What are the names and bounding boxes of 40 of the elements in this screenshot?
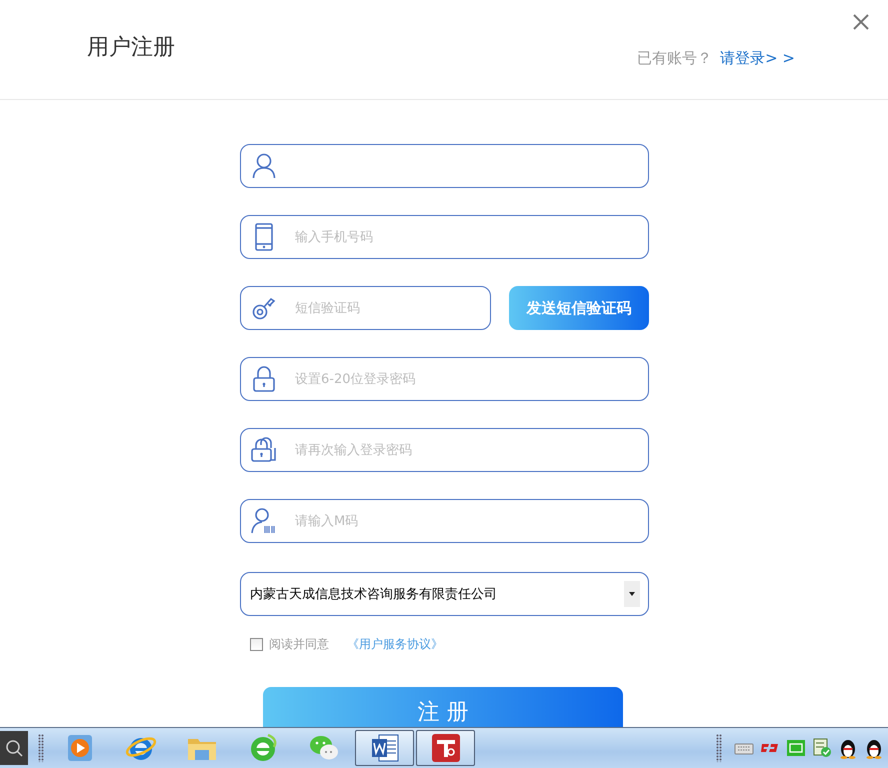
taskbar-button[interactable] [416, 730, 475, 766]
agreement-link[interactable]: 《用户服务协议》 [347, 636, 443, 653]
caret-icon [629, 592, 635, 596]
company-select[interactable]: 内蒙古天成信息技术咨询服务有限责任公司 [240, 572, 649, 616]
lock-icon [253, 366, 275, 392]
close-icon[interactable] [852, 13, 870, 31]
input-field[interactable]: 请再次输入登录密码 [240, 428, 649, 472]
text-input[interactable]: 输入手机号码 [293, 221, 648, 253]
text-input[interactable]: 短信验证码 [293, 292, 490, 324]
window-title: 用户注册 [87, 34, 176, 62]
square-tray-icon[interactable] [786, 739, 806, 757]
taskbar-button[interactable] [355, 730, 414, 766]
phone-icon [255, 223, 273, 251]
user-icon [252, 153, 276, 179]
search-button[interactable] [0, 731, 28, 765]
text-input[interactable]: 请输入M码 [293, 505, 648, 537]
input-field[interactable]: 输入手机号码 [240, 215, 649, 259]
lock-icon [251, 437, 277, 463]
dropdown-button[interactable] [624, 581, 640, 607]
text-input[interactable]: 请再次输入登录密码 [293, 434, 648, 466]
document-icon [370, 733, 400, 763]
checkbox[interactable] [250, 638, 263, 651]
agreement-label: 阅读并同意 [269, 636, 329, 653]
penguin-icon[interactable] [864, 737, 884, 759]
input-field[interactable] [240, 144, 649, 188]
input-field[interactable]: 请输入M码 [240, 499, 649, 543]
penguin-icon[interactable] [838, 737, 858, 759]
keyboard-icon[interactable] [734, 741, 754, 755]
login-prompt: 已有账号？ [637, 49, 712, 68]
input-field[interactable]: 短信验证码 [240, 286, 491, 330]
checklist-icon[interactable] [812, 738, 832, 758]
send-code-button[interactable]: 发送短信验证码 [509, 286, 649, 330]
text-input[interactable]: 设置6-20位登录密码 [293, 363, 648, 395]
login-link[interactable]: 请登录> > [720, 49, 795, 68]
user-barcode-icon [251, 508, 277, 534]
search-icon [5, 739, 23, 757]
register-button[interactable]: 注 册 [263, 687, 623, 729]
input-field[interactable]: 设置6-20位登录密码 [240, 357, 649, 401]
key-icon [252, 296, 276, 320]
app-icon [430, 733, 460, 763]
